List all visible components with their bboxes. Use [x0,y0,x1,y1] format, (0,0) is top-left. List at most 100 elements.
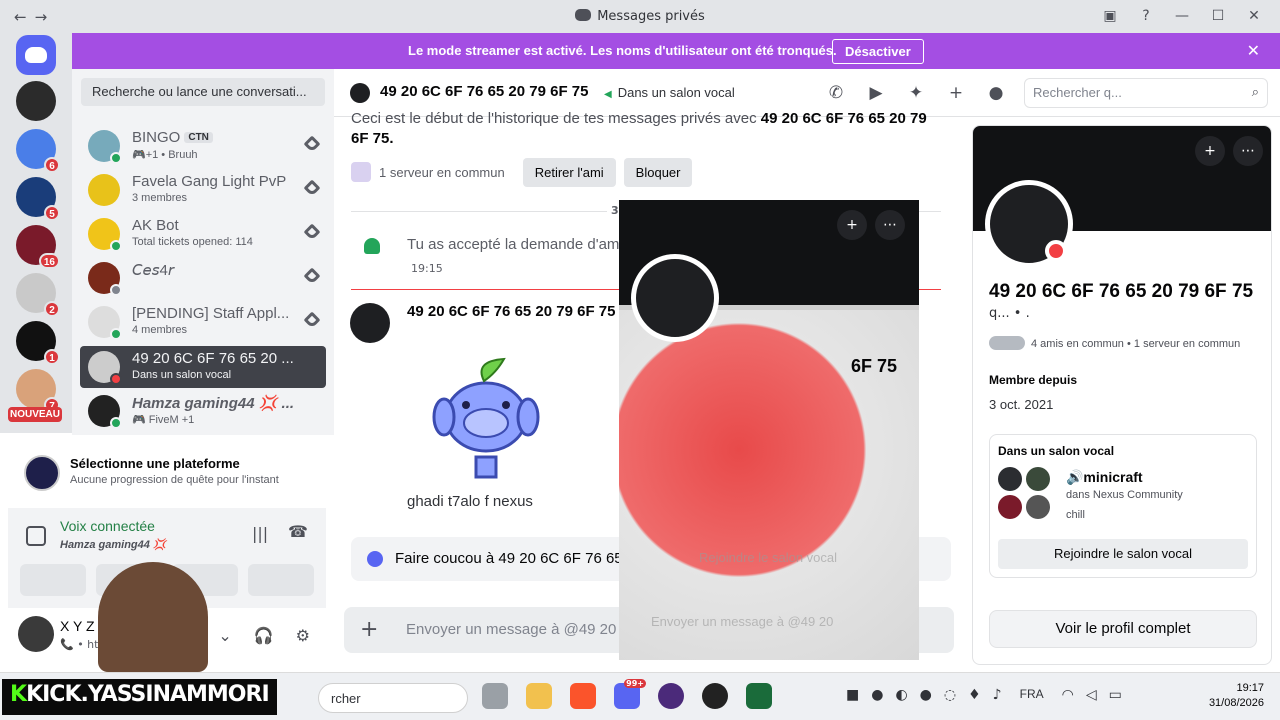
dm-sidebar: Recherche ou lance une conversati... BIN… [72,69,334,435]
inbox-icon[interactable]: ▣ [1092,5,1128,27]
user-avatar[interactable] [18,616,54,652]
close-window-button[interactable]: ✕ [1236,5,1272,27]
tray-icon[interactable]: ◐ [895,687,907,703]
header-name[interactable]: 49 20 6C 6F 76 65 20 79 6F 75 [380,83,588,100]
kick-overlay-banner: KKICK.YASSINAMMORI [2,679,277,715]
message-author[interactable]: 49 20 6C 6F 76 65 20 79 6F 75 [407,303,615,320]
system-text: Tu as accepté la demande d'ami [407,236,623,253]
server-icon[interactable]: 5 [16,177,60,221]
wifi-icon[interactable]: ◠ [1062,687,1074,703]
tray-icon[interactable]: ◌ [944,687,956,703]
dm-search-input[interactable]: Recherche ou lance une conversati... [81,78,325,106]
pin-icon[interactable] [303,267,321,285]
camera-off-button[interactable] [20,564,86,596]
app-icon[interactable] [746,683,772,709]
streamer-message: Le mode streamer est activé. Les noms d'… [408,43,837,58]
mention-badge: 5 [44,205,60,221]
search-icon: ⌕ [1251,84,1259,99]
signal-icon[interactable] [26,526,46,546]
battery-icon[interactable]: ▭ [1109,687,1122,703]
taskbar-search[interactable]: rcher [318,683,468,713]
close-icon[interactable]: ✕ [1247,41,1260,60]
tray-icon[interactable]: ● [920,687,932,703]
status-online-icon [110,328,122,340]
add-friend-icon[interactable]: + [1195,136,1225,166]
voice-category: chill [1066,509,1085,521]
dm-name: Hamza gaming44 💢 ... [132,395,295,412]
maximize-button[interactable]: ☐ [1200,5,1236,27]
home-button[interactable] [16,35,56,75]
disconnect-icon[interactable]: ☎ [288,522,308,541]
composer-input[interactable]: Envoyer un message à @49 20 6 [406,621,629,638]
dm-item[interactable]: Favela Gang Light PvP 3 membres [80,169,326,211]
server-icon[interactable]: 1 [16,321,60,365]
pin-icon[interactable] [303,223,321,241]
quest-orb-icon [24,455,60,491]
add-friend-icon[interactable]: + [944,81,968,105]
quest-card[interactable]: Sélectionne une plateforme Aucune progre… [8,441,326,501]
pin-icon[interactable] [303,311,321,329]
dm-item-active[interactable]: 49 20 6C 6F 76 65 20 ... Dans un salon v… [80,346,326,388]
volume-icon[interactable]: ◁ [1086,687,1097,703]
add-friend-icon[interactable]: + [837,210,867,240]
discord-taskbar-icon[interactable]: 99+ [614,679,646,709]
tray-icon[interactable]: ● [871,687,883,703]
clock[interactable]: 19:17 31/08/2026 [1209,681,1264,711]
phone-icon[interactable]: ✆ [824,81,848,105]
status-dnd-icon [1045,240,1067,262]
headset-icon[interactable]: 🎧 [254,626,274,645]
dm-name: AK Bot [132,217,179,234]
help-icon[interactable]: ? [1128,5,1164,27]
popout-ghost-join: Rejoindre le salon vocal [699,550,838,565]
more-icon[interactable]: ⋯ [875,210,905,240]
obs-icon[interactable] [702,683,728,709]
server-icon[interactable]: 2 [16,273,60,317]
remove-friend-button[interactable]: Retirer l'ami [522,157,616,187]
minimize-button[interactable]: — [1164,5,1200,27]
status-idle-icon [110,284,122,296]
add-attachment-icon[interactable]: + [360,617,378,642]
common-servers[interactable]: 1 serveur en commun [379,165,505,180]
tray-icon[interactable]: ♦ [968,687,981,703]
pin-icon[interactable] [303,179,321,197]
dm-item[interactable]: AK Bot Total tickets opened: 114 [80,213,326,255]
join-voice-button[interactable]: Rejoindre le salon vocal [998,539,1248,569]
microphone-icon[interactable]: ♪ [993,687,1002,703]
message-avatar[interactable] [350,303,390,343]
dm-item[interactable]: [PENDING] Staff Appl... 4 membres [80,301,326,343]
dm-item[interactable]: Hamza gaming44 💢 ... 🎮 FiveM +1 [80,390,326,432]
voice-status[interactable]: Voix connectée [60,518,155,534]
dm-item[interactable]: BINGO CTN 🎮+1 • Bruuh [80,125,326,167]
pin-icon[interactable]: ✦ [904,81,928,105]
disable-streamer-button[interactable]: Désactiver [832,39,924,64]
file-explorer-icon[interactable] [526,683,552,709]
discord-logo-icon [575,9,592,21]
tray-icon[interactable]: ■ [846,687,859,703]
status-online-icon [110,240,122,252]
block-button[interactable]: Bloquer [623,157,693,187]
server-icon[interactable]: 6 [16,129,60,173]
mic-menu-icon[interactable]: ⌄ [218,626,231,645]
voice-activity-label: Dans un salon vocal [998,444,1115,458]
task-view-icon[interactable] [482,683,508,709]
server-icon[interactable]: 7 [16,369,60,413]
intro-actions: 1 serveur en commun Retirer l'ami Bloque… [351,157,693,187]
server-icon[interactable]: 16 [16,225,60,269]
pin-icon[interactable] [303,135,321,153]
brave-browser-icon[interactable] [570,683,596,709]
soundboard-button[interactable] [248,564,314,596]
language-indicator[interactable]: FRA [1020,687,1044,703]
friend-accepted-icon [364,238,380,254]
mutual-info[interactable]: 4 amis en commun • 1 serveur en commun [989,336,1240,350]
view-full-profile-button[interactable]: Voir le profil complet [989,610,1257,648]
server-icon[interactable] [16,81,56,121]
profile-icon[interactable]: ● [984,81,1008,105]
noise-suppression-icon[interactable]: ||| [252,524,268,543]
dm-item[interactable]: 𝘊𝘦𝘴4𝘳 [80,257,326,299]
chat-search-input[interactable]: Rechercher q... ⌕ [1024,78,1268,108]
app-icon[interactable] [658,683,684,709]
gear-icon[interactable]: ⚙ [296,626,310,645]
more-icon[interactable]: ⋯ [1233,136,1263,166]
video-icon[interactable]: ▶ [864,81,888,105]
dm-subtext: 4 membres [132,324,188,336]
